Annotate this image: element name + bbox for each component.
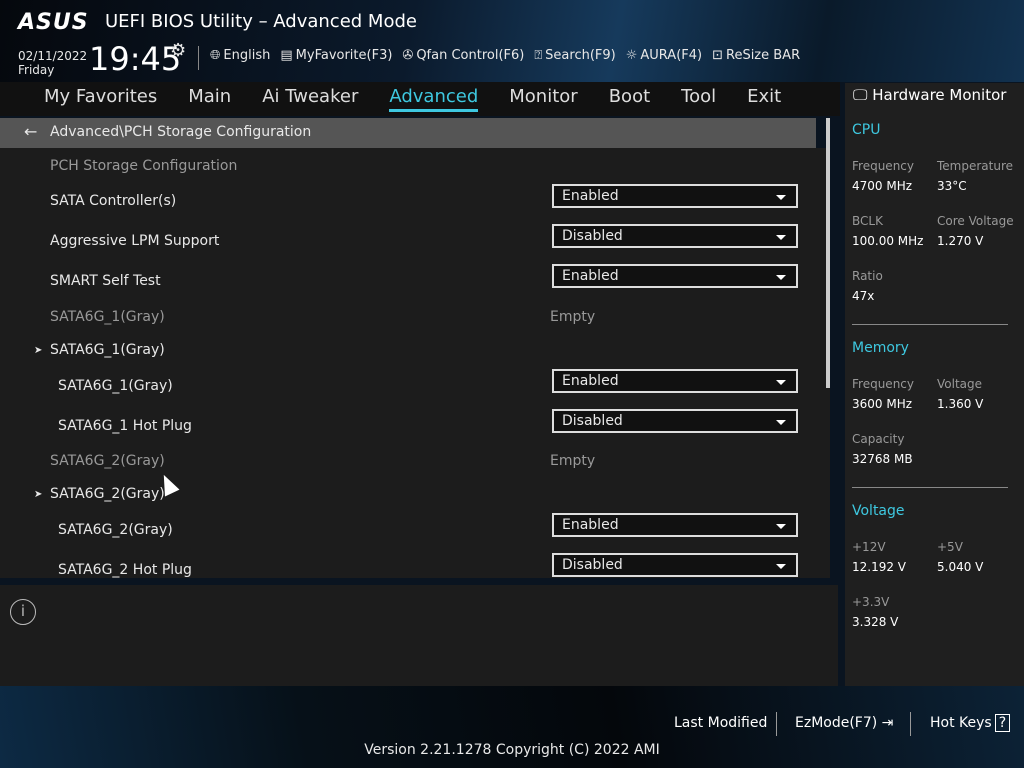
chevron-down-icon: [776, 275, 786, 280]
mem-frequency-label: Frequency: [852, 377, 914, 391]
setting-label: SMART Self Test: [50, 273, 161, 289]
ezmode-label: EzMode(F7): [795, 715, 878, 731]
dropdown-value: Disabled: [562, 413, 623, 429]
setting-label: SATA6G_2(Gray): [50, 453, 165, 469]
v5-label: +5V: [937, 540, 963, 554]
mem-voltage: 1.360 V: [937, 397, 984, 411]
divider: [910, 712, 911, 736]
setting-label: SATA6G_2 Hot Plug: [58, 562, 192, 578]
version-text: Version 2.21.1278 Copyright (C) 2022 AMI: [364, 742, 660, 758]
bclk: 100.00 MHz: [852, 234, 924, 248]
v12-label: +12V: [852, 540, 886, 554]
setting-label: SATA6G_1(Gray): [50, 342, 165, 358]
setting-label: SATA6G_1(Gray): [58, 378, 173, 394]
setting-dropdown[interactable]: Disabled: [552, 553, 798, 577]
cpu-temp-label: Temperature: [937, 159, 1014, 173]
chevron-down-icon: [776, 235, 786, 240]
vcore: 1.270 V: [937, 234, 984, 248]
chevron-down-icon: [776, 524, 786, 529]
setting-label: SATA6G_2(Gray): [58, 522, 173, 538]
dropdown-value: Disabled: [562, 557, 623, 573]
bclk-label: BCLK: [852, 214, 883, 228]
cpu-section-title: CPU: [852, 122, 881, 138]
submenu-arrow-icon: ➤: [34, 345, 43, 356]
cpu-temp: 33°C: [937, 179, 967, 193]
help-panel: i: [0, 585, 838, 686]
setting-label: PCH Storage Configuration: [50, 158, 238, 174]
mem-frequency: 3600 MHz: [852, 397, 913, 411]
info-icon: i: [10, 599, 36, 625]
setting-dropdown[interactable]: Disabled: [552, 409, 798, 433]
v12: 12.192 V: [852, 560, 907, 574]
v5: 5.040 V: [937, 560, 984, 574]
setting-label: SATA6G_2(Gray): [50, 486, 165, 502]
v33: 3.328 V: [852, 615, 899, 629]
exit-icon: ⇥: [877, 715, 894, 731]
cpu-frequency: 4700 MHz: [852, 179, 913, 193]
dropdown-value: Enabled: [562, 517, 619, 533]
memory-section-title: Memory: [852, 340, 909, 356]
dropdown-value: Enabled: [562, 188, 619, 204]
v33-label: +3.3V: [852, 595, 890, 609]
setting-dropdown[interactable]: Disabled: [552, 224, 798, 248]
chevron-down-icon: [776, 380, 786, 385]
dropdown-value: Enabled: [562, 268, 619, 284]
scrollbar[interactable]: [826, 118, 830, 578]
vcore-label: Core Voltage: [937, 214, 1014, 228]
setting-value: Empty: [550, 453, 596, 469]
help-icon: ?: [994, 714, 1011, 732]
chevron-down-icon: [776, 564, 786, 569]
voltage-section-title: Voltage: [852, 503, 905, 519]
ezmode-button[interactable]: EzMode(F7) ⇥: [795, 715, 893, 731]
scrollbar-thumb[interactable]: [826, 118, 830, 388]
chevron-down-icon: [776, 195, 786, 200]
setting-dropdown[interactable]: Enabled: [552, 513, 798, 537]
ratio: 47x: [852, 289, 875, 303]
setting-label: SATA6G_1 Hot Plug: [58, 418, 192, 434]
hw-title: 🖵︎ Hardware Monitor: [853, 86, 1006, 104]
chevron-down-icon: [776, 420, 786, 425]
divider: [852, 487, 1008, 488]
hw-title-text: Hardware Monitor: [872, 86, 1007, 104]
setting-value: Empty: [550, 309, 596, 325]
divider: [776, 712, 777, 736]
setting-dropdown[interactable]: Enabled: [552, 369, 798, 393]
dropdown-value: Disabled: [562, 228, 623, 244]
hardware-monitor: 🖵︎ Hardware Monitor CPU Frequency 4700 M…: [845, 83, 1024, 686]
setting-dropdown[interactable]: Enabled: [552, 264, 798, 288]
hotkeys-label: Hot Keys: [930, 715, 992, 731]
divider: [852, 324, 1008, 325]
cpu-frequency-label: Frequency: [852, 159, 914, 173]
setting-dropdown[interactable]: Enabled: [552, 184, 798, 208]
monitor-icon: 🖵︎: [853, 86, 873, 104]
setting-label: SATA6G_1(Gray): [50, 309, 165, 325]
mem-voltage-label: Voltage: [937, 377, 983, 391]
last-modified-button[interactable]: Last Modified: [674, 715, 767, 731]
capacity-label: Capacity: [852, 432, 905, 446]
dropdown-value: Enabled: [562, 373, 619, 389]
capacity: 32768 MB: [852, 452, 913, 466]
submenu-arrow-icon: ➤: [34, 489, 43, 500]
setting-label: SATA Controller(s): [50, 193, 177, 209]
hotkeys-button[interactable]: Hot Keys?: [930, 714, 1011, 732]
setting-label: Aggressive LPM Support: [50, 233, 220, 249]
ratio-label: Ratio: [852, 269, 883, 283]
